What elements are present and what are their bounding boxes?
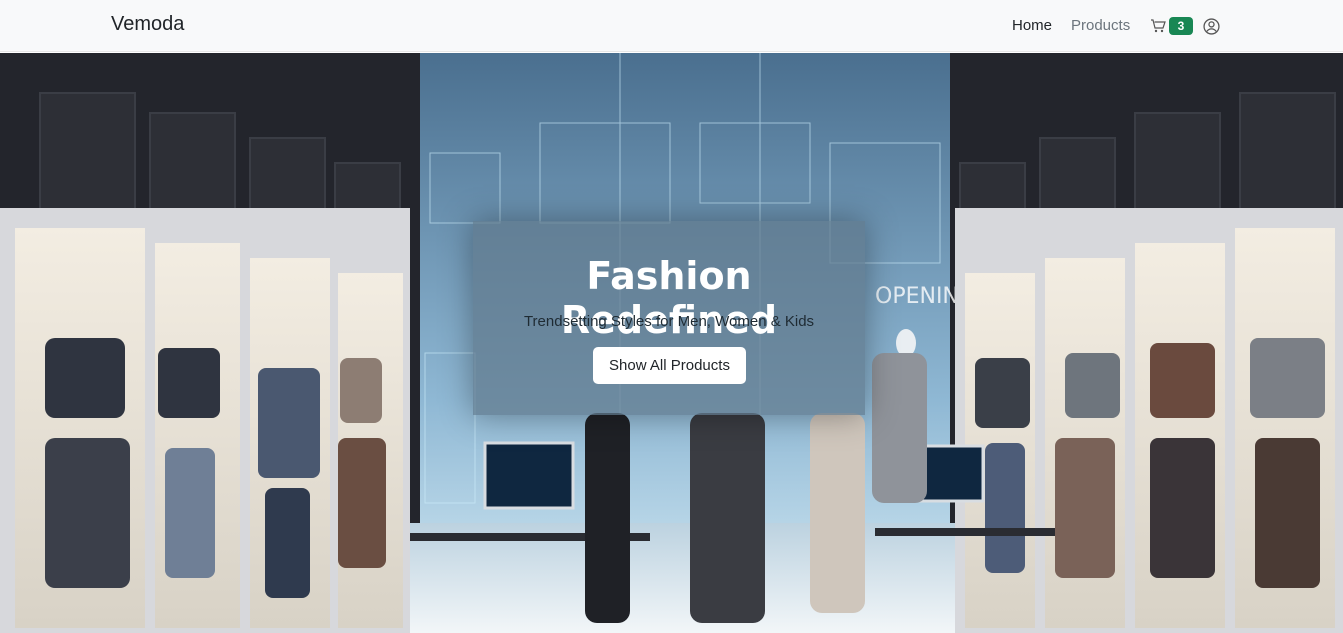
show-all-products-button[interactable]: Show All Products	[593, 347, 746, 384]
nav-home-link[interactable]: Home	[1012, 17, 1052, 34]
user-circle-icon[interactable]	[1203, 18, 1220, 35]
navbar: Vemoda Home Products 3	[0, 0, 1343, 52]
hero-overlay-card: Fashion Redefined Trendsetting Styles fo…	[473, 221, 865, 415]
hero-subtitle: Trendsetting Styles for Men, Women & Kid…	[523, 313, 815, 330]
cart-button[interactable]: 3	[1150, 16, 1193, 36]
cart-count-badge: 3	[1169, 17, 1193, 35]
nav-products-link[interactable]: Products	[1071, 17, 1130, 34]
hero-section: OPENING Fashion Redefined Trendsetting S…	[0, 53, 1343, 633]
cart-icon	[1151, 19, 1166, 33]
brand-logo[interactable]: Vemoda	[111, 13, 184, 36]
